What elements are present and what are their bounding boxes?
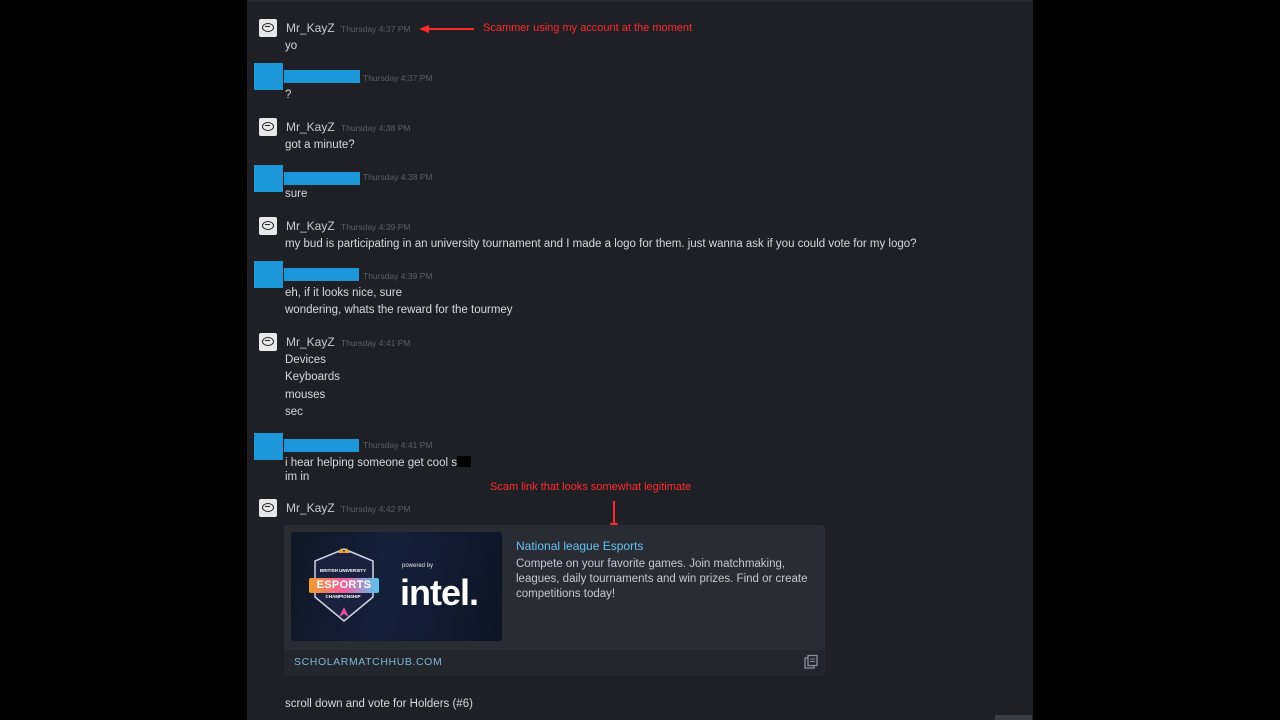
redacted-username[interactable]: [284, 172, 360, 185]
badge-main-text: ESPORTS: [309, 578, 379, 593]
message-timestamp: Thursday 4:41 PM: [341, 338, 411, 348]
user-avatar[interactable]: [259, 118, 277, 136]
badge-bottom-text: CHAMPIONSHIP: [325, 594, 361, 599]
message-text: i hear helping someone get cool s: [285, 456, 471, 469]
panel-top-divider: [247, 0, 1033, 2]
redaction-box: [456, 456, 471, 467]
annotation-arrow-shaft: [613, 501, 615, 525]
link-preview-card[interactable]: BRITISH UNIVERSITY ESPORTS CHAMPIONSHIP …: [284, 525, 825, 676]
message-author[interactable]: Mr_KayZ: [286, 335, 335, 349]
link-preview-title[interactable]: National league Esports: [516, 539, 643, 553]
user-avatar[interactable]: [259, 499, 277, 517]
message-timestamp: Thursday 4:38 PM: [341, 123, 411, 133]
message-timestamp: Thursday 4:39 PM: [341, 222, 411, 232]
message-author[interactable]: Mr_KayZ: [286, 120, 335, 134]
message-text: Keyboards: [285, 371, 340, 383]
annotation-arrow-shaft: [426, 28, 474, 30]
message-timestamp: Thursday 4:37 PM: [341, 24, 411, 34]
message-author[interactable]: Mr_KayZ: [286, 219, 335, 233]
message-timestamp: Thursday 4:42 PM: [341, 504, 411, 514]
scam-link-annotation: Scam link that looks somewhat legitimate: [490, 481, 692, 493]
user-avatar[interactable]: [259, 333, 277, 351]
redacted-username[interactable]: [284, 268, 359, 281]
redacted-username[interactable]: [284, 70, 360, 83]
scammer-annotation: Scammer using my account at the moment: [483, 22, 693, 34]
message-text: sure: [285, 188, 308, 200]
message-text: my bud is participating in an university…: [285, 238, 917, 250]
link-preview-image[interactable]: BRITISH UNIVERSITY ESPORTS CHAMPIONSHIP …: [291, 532, 502, 641]
link-preview-description: Compete on your favorite games. Join mat…: [516, 558, 808, 600]
link-preview-domain[interactable]: SCHOLARMATCHHUB.COM: [294, 656, 442, 668]
redacted-avatar[interactable]: [254, 165, 283, 192]
redacted-avatar[interactable]: [254, 433, 283, 460]
message-timestamp: Thursday 4:41 PM: [363, 440, 433, 450]
scrollbar-thumb[interactable]: [995, 715, 1032, 720]
message-text: ?: [285, 89, 292, 101]
message-timestamp: Thursday 4:39 PM: [363, 271, 433, 281]
link-preview-footer: SCHOLARMATCHHUB.COM: [284, 650, 825, 676]
chat-panel: Scammer using my account at the moment M…: [247, 0, 1033, 720]
message-text: mouses: [285, 389, 326, 401]
message-text: im in: [285, 471, 310, 483]
message-text: wondering, whats the reward for the tour…: [285, 304, 513, 316]
badge-top-text: BRITISH UNIVERSITY: [319, 568, 367, 573]
user-avatar[interactable]: [259, 217, 277, 235]
message-text: sec: [285, 406, 303, 418]
redacted-username[interactable]: [284, 439, 359, 452]
message-text: Devices: [285, 354, 326, 366]
message-author[interactable]: Mr_KayZ: [286, 21, 335, 35]
message-timestamp: Thursday 4:38 PM: [363, 172, 433, 182]
message-text-content: i hear helping someone get cool s: [285, 457, 457, 469]
message-author[interactable]: Mr_KayZ: [286, 501, 335, 515]
annotation-arrowhead-left-icon: [419, 25, 429, 33]
user-avatar[interactable]: [259, 19, 277, 37]
powered-by-text: powered by: [402, 563, 434, 569]
message-text: eh, if it looks nice, sure: [285, 287, 402, 299]
message-timestamp: Thursday 4:37 PM: [363, 73, 433, 83]
message-text: scroll down and vote for Holders (#6): [285, 698, 473, 710]
redacted-avatar[interactable]: [254, 261, 283, 288]
message-text: got a minute?: [285, 139, 355, 151]
message-text: yo: [285, 40, 298, 52]
copy-link-icon[interactable]: [803, 654, 819, 670]
redacted-avatar[interactable]: [254, 63, 283, 90]
brand-logo: intel.: [400, 572, 479, 613]
